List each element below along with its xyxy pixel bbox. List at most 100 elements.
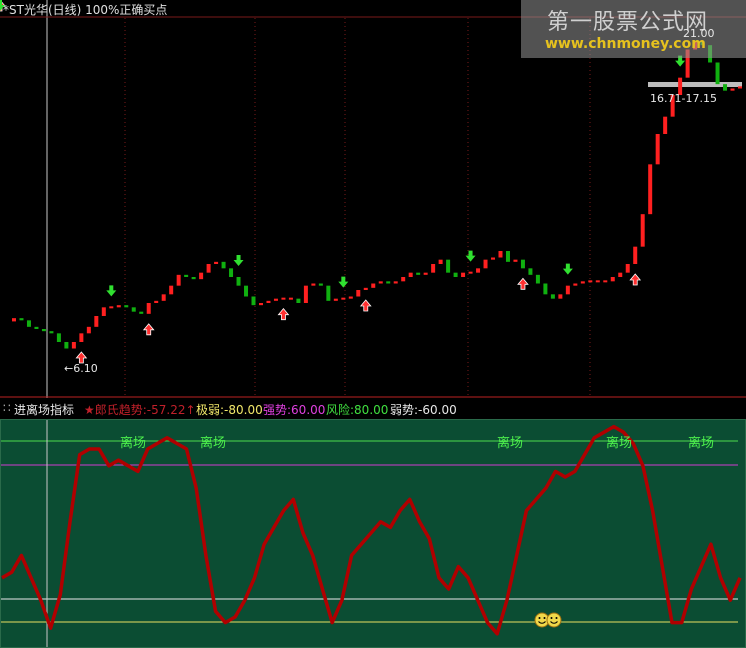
sell-arrow-icon [233, 255, 244, 266]
candle-body [49, 331, 54, 334]
candle-body [251, 296, 256, 306]
candle-body [640, 214, 645, 247]
candle-body [79, 333, 84, 342]
candle-body [491, 257, 496, 260]
candle-body [94, 316, 99, 327]
indicator-chart[interactable] [0, 419, 746, 648]
candle-body [326, 285, 331, 301]
candle-body [131, 307, 136, 312]
candle-body [543, 283, 548, 295]
candle-body [281, 297, 286, 300]
buy-arrow-icon [142, 323, 155, 336]
range-bar [648, 82, 742, 87]
buy-arrow-icon [517, 277, 529, 290]
candle-body [71, 342, 76, 349]
candle-body [393, 281, 398, 284]
candle-body [303, 285, 308, 303]
candle-body [618, 272, 623, 277]
candle-body [446, 259, 451, 273]
candle-body [244, 285, 249, 297]
candle-body [558, 294, 563, 299]
candle-body [86, 326, 91, 334]
chart-title: *ST光华(日线) 100%正确买点 [3, 3, 168, 17]
drag-handle-icon[interactable]: ∷ [3, 401, 11, 415]
candle-body [431, 264, 436, 273]
candle-body [461, 272, 466, 277]
trend-line [1, 424, 742, 636]
candle-body [311, 283, 316, 286]
candle-body [416, 272, 421, 275]
buy-arrow-icon [277, 308, 290, 321]
candle-body [101, 307, 106, 316]
buy-arrow-icon [629, 273, 642, 286]
candle-body [386, 281, 391, 284]
candle-body [603, 280, 608, 283]
candle-body [378, 281, 383, 284]
candle-body [633, 246, 638, 264]
candle-body [573, 283, 578, 286]
candle-body [348, 296, 353, 299]
candle-body [476, 268, 481, 273]
candle-body [139, 311, 144, 314]
candle-body [184, 274, 189, 277]
candle-body [221, 261, 226, 269]
candle-body [610, 277, 615, 282]
indicator-header: ∷ 进离场指标 ★郎氏趋势:-57.22↑ 极弱:-80.00 强势:60.00… [0, 399, 746, 419]
exit-label-5: 离场 [688, 436, 715, 451]
candle-body [266, 300, 271, 303]
low-price-label: ←6.10 [64, 362, 98, 375]
candle-body [161, 294, 166, 301]
candle-body [423, 272, 428, 275]
candle-body [318, 283, 323, 286]
watermark-url: www.chnmoney.com [545, 36, 706, 52]
indicator-panel[interactable]: 离场 离场 离场 离场 离场 [0, 419, 746, 648]
candle-body [738, 86, 742, 89]
candle-body [206, 264, 211, 273]
candle-body [723, 84, 728, 91]
candle-body [34, 326, 39, 329]
indicator-frame [0, 419, 746, 648]
candle-body [453, 272, 458, 277]
candle-body [356, 290, 361, 297]
legend-very-weak: 极弱:-80.00 [196, 403, 263, 417]
candle-body [288, 297, 293, 300]
candle-body [625, 264, 630, 273]
candle-body [124, 305, 129, 308]
exit-label-3: 离场 [497, 436, 524, 451]
candle-body [468, 271, 473, 274]
candle-body [588, 280, 593, 283]
candle-body [408, 272, 413, 277]
candle-body [258, 303, 263, 306]
candle-body [199, 272, 204, 280]
indicator-name[interactable]: 进离场指标 [14, 401, 74, 418]
candle-body [41, 329, 46, 332]
exit-label-1: 离场 [120, 436, 147, 451]
exit-label-4: 离场 [606, 436, 633, 451]
candle-body [341, 297, 346, 300]
candle-body [12, 318, 16, 322]
candle-body [715, 62, 720, 85]
legend-weak: 弱势:-60.00 [390, 403, 457, 417]
candle-body [146, 303, 151, 314]
candle-body [64, 342, 69, 349]
candle-body [363, 287, 368, 290]
candle-body [483, 259, 488, 269]
candle-body [550, 294, 555, 299]
candle-body [26, 320, 31, 327]
buy-arrow-icon [359, 299, 372, 312]
candle-body [333, 298, 338, 301]
candle-body [513, 259, 518, 262]
candle-body [648, 164, 653, 215]
candle-body [214, 261, 219, 264]
sell-arrow-icon [338, 276, 349, 288]
exit-label-2: 离场 [200, 436, 227, 451]
sell-arrow-icon [465, 250, 476, 262]
sell-arrow-icon [106, 285, 117, 297]
kline-panel[interactable]: *ST光华(日线) 100%正确买点 第一股票公式网 www.chnmoney.… [0, 0, 746, 398]
legend-risk: 风险:80.00 [326, 403, 389, 417]
candle-body [520, 259, 525, 269]
range-label: 16.71-17.15 [650, 92, 717, 105]
smiley-icon [546, 612, 562, 628]
candle-body [116, 305, 121, 308]
kline-chart[interactable] [0, 0, 746, 398]
